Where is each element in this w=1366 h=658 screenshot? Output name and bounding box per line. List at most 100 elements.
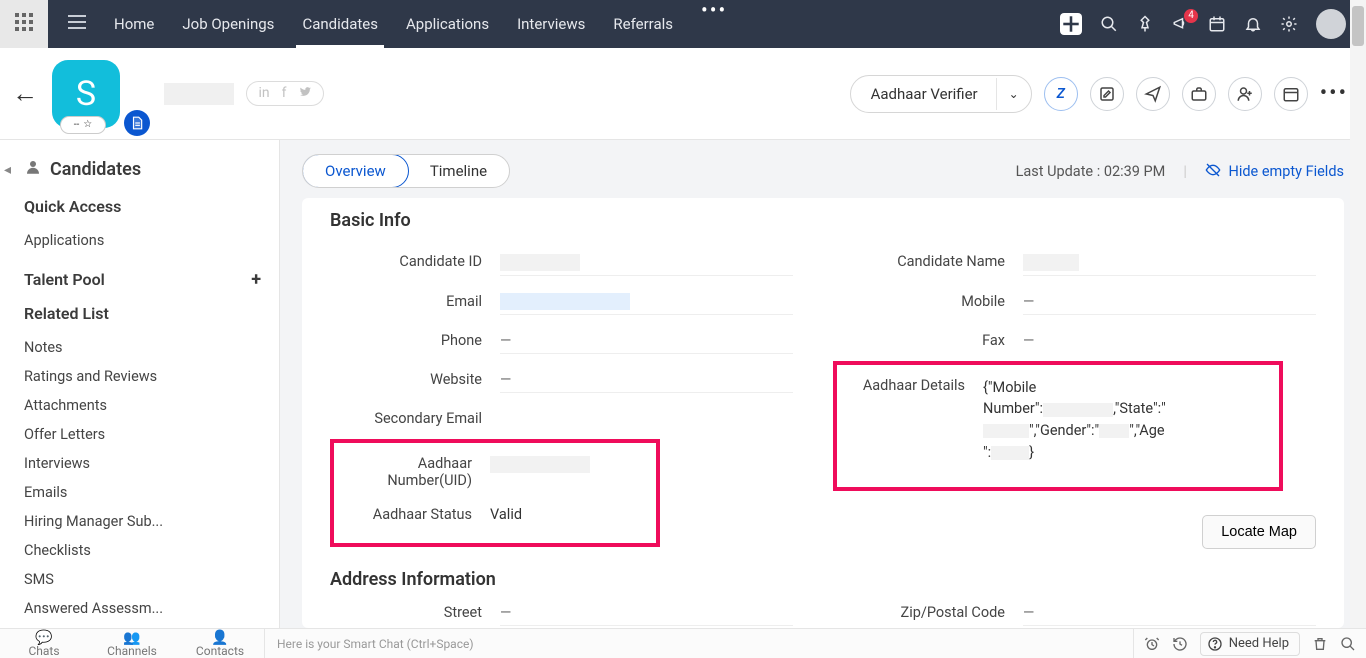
tab-overview[interactable]: Overview — [302, 154, 409, 188]
history-icon[interactable] — [1172, 636, 1188, 652]
zia-button[interactable]: Z — [1044, 77, 1078, 111]
bell-button[interactable] — [1244, 15, 1262, 33]
aadhaar-verifier-label: Aadhaar Verifier — [851, 76, 996, 112]
apps-launcher[interactable] — [0, 0, 48, 48]
sidebar-title: Candidates — [24, 158, 261, 181]
calendar-button[interactable] — [1208, 15, 1226, 33]
last-update-text: Last Update : 02:39 PM — [1016, 163, 1166, 180]
website-label: Website — [330, 371, 500, 388]
settings-button[interactable] — [1280, 15, 1298, 33]
edit-button[interactable] — [1090, 77, 1124, 111]
channels-icon: 👥 — [123, 631, 140, 645]
apps-grid-icon — [15, 13, 33, 35]
sidebar-item-checklists[interactable]: Checklists — [24, 536, 261, 565]
mobile-label: Mobile — [853, 293, 1023, 310]
nav-applications[interactable]: Applications — [392, 0, 503, 48]
top-nav: Home Job Openings Candidates Application… — [0, 0, 1366, 48]
mobile-value[interactable]: — — [1023, 293, 1316, 315]
fax-label: Fax — [853, 332, 1023, 349]
social-links: in f — [246, 81, 324, 106]
talent-pool-header[interactable]: Talent Pool + — [24, 269, 261, 290]
star-icon: ☆ — [83, 119, 92, 130]
candidate-icon — [24, 158, 42, 181]
page-scrollbar-thumb[interactable] — [1352, 6, 1364, 46]
email-value[interactable] — [500, 293, 793, 316]
trash-icon[interactable] — [1312, 636, 1328, 652]
add-talent-pool-icon[interactable]: + — [251, 269, 261, 290]
collapse-sidebar-icon[interactable]: ◂ — [4, 162, 11, 178]
content: Overview Timeline Last Update : 02:39 PM… — [280, 140, 1366, 628]
website-value[interactable]: — — [500, 371, 793, 393]
linkedin-icon[interactable]: in — [259, 85, 270, 102]
need-help-button[interactable]: Need Help — [1200, 632, 1300, 656]
detail-tabs: Overview Timeline — [302, 154, 510, 188]
aadhaar-verifier-chip: Aadhaar Verifier ⌄ — [850, 75, 1032, 113]
aadhaar-status-value: Valid — [490, 506, 650, 526]
more-actions[interactable]: ••• — [1320, 81, 1348, 106]
alarm-icon[interactable] — [1144, 636, 1160, 652]
nav-more[interactable]: ••• — [691, 0, 737, 48]
smart-chat-input[interactable]: Here is your Smart Chat (Ctrl+Space) — [264, 629, 1134, 658]
briefcase-button[interactable] — [1182, 77, 1216, 111]
nav-home[interactable]: Home — [100, 0, 168, 48]
sidebar-item-ratings[interactable]: Ratings and Reviews — [24, 362, 261, 391]
contacts-icon: 👤 — [211, 631, 228, 645]
sidebar-item-attachments[interactable]: Attachments — [24, 391, 261, 420]
facebook-icon[interactable]: f — [282, 85, 287, 102]
hide-empty-fields-link[interactable]: Hide empty Fields — [1205, 162, 1344, 180]
sidebar-item-answered-assess[interactable]: Answered Assessm... — [24, 594, 261, 623]
footer-channels[interactable]: 👥Channels — [88, 631, 176, 657]
rating-pill[interactable]: -- ☆ — [60, 116, 106, 134]
sidebar-item-hiring-manager[interactable]: Hiring Manager Sub... — [24, 507, 261, 536]
candidate-name-value[interactable] — [1023, 253, 1316, 276]
tab-timeline[interactable]: Timeline — [408, 155, 509, 187]
candidate-avatar: S -- ☆ — [52, 60, 120, 128]
add-button[interactable] — [1060, 13, 1082, 35]
nav-candidates[interactable]: Candidates — [288, 0, 392, 48]
zip-label: Zip/Postal Code — [853, 604, 1023, 621]
main: ◂ Candidates Quick Access Applications T… — [0, 140, 1366, 628]
sidebar-item-applications[interactable]: Applications — [24, 226, 261, 255]
fax-value[interactable]: — — [1023, 332, 1316, 352]
page-scrollbar[interactable] — [1350, 0, 1366, 658]
aadhaar-verifier-dropdown[interactable]: ⌄ — [996, 78, 1031, 110]
street-value[interactable]: — — [500, 604, 793, 626]
user-avatar[interactable] — [1316, 9, 1346, 39]
aadhaar-number-value[interactable] — [490, 455, 650, 475]
assign-user-button[interactable] — [1228, 77, 1262, 111]
sidebar-item-notes[interactable]: Notes — [24, 333, 261, 362]
zip-value[interactable]: — — [1023, 604, 1316, 626]
candidate-id-value[interactable] — [500, 253, 793, 276]
search-button[interactable] — [1100, 15, 1118, 33]
aadhaar-details-label: Aadhaar Details — [843, 377, 983, 394]
schedule-button[interactable] — [1274, 77, 1308, 111]
nav-job-openings[interactable]: Job Openings — [168, 0, 288, 48]
locate-map-button[interactable]: Locate Map — [1202, 515, 1316, 549]
sidebar-item-offer-letters[interactable]: Offer Letters — [24, 420, 261, 449]
nav-interviews[interactable]: Interviews — [503, 0, 599, 48]
footer-contacts[interactable]: 👤Contacts — [176, 631, 264, 657]
aadhaar-status-label: Aadhaar Status — [340, 506, 490, 523]
candidate-header: ← S -- ☆ in f Aadhaar Verifier ⌄ Z — [0, 48, 1366, 140]
sidebar-item-sms[interactable]: SMS — [24, 565, 261, 594]
email-label: Email — [330, 293, 500, 310]
hamburger-icon[interactable] — [68, 15, 86, 33]
footer-search-icon[interactable] — [1340, 636, 1356, 652]
secondary-email-label: Secondary Email — [330, 410, 500, 427]
sidebar-item-emails[interactable]: Emails — [24, 478, 261, 507]
basic-info-title: Basic Info — [330, 210, 1316, 231]
avatar-letter: S — [76, 74, 96, 114]
nav-action-icons: 4 — [1060, 9, 1356, 39]
twitter-icon[interactable] — [299, 85, 312, 102]
footer-chats[interactable]: 💬Chats — [0, 631, 88, 657]
nav-referrals[interactable]: Referrals — [599, 0, 687, 48]
send-button[interactable] — [1136, 77, 1170, 111]
phone-value[interactable]: — — [500, 332, 793, 354]
back-arrow-icon[interactable]: ← — [12, 78, 38, 109]
pin-button[interactable] — [1136, 15, 1154, 33]
megaphone-button[interactable]: 4 — [1172, 15, 1190, 33]
sidebar-item-interviews[interactable]: Interviews — [24, 449, 261, 478]
secondary-email-value[interactable] — [500, 410, 793, 430]
document-badge-icon[interactable] — [124, 110, 150, 136]
aadhaar-number-label: Aadhaar Number(UID) — [340, 455, 490, 489]
